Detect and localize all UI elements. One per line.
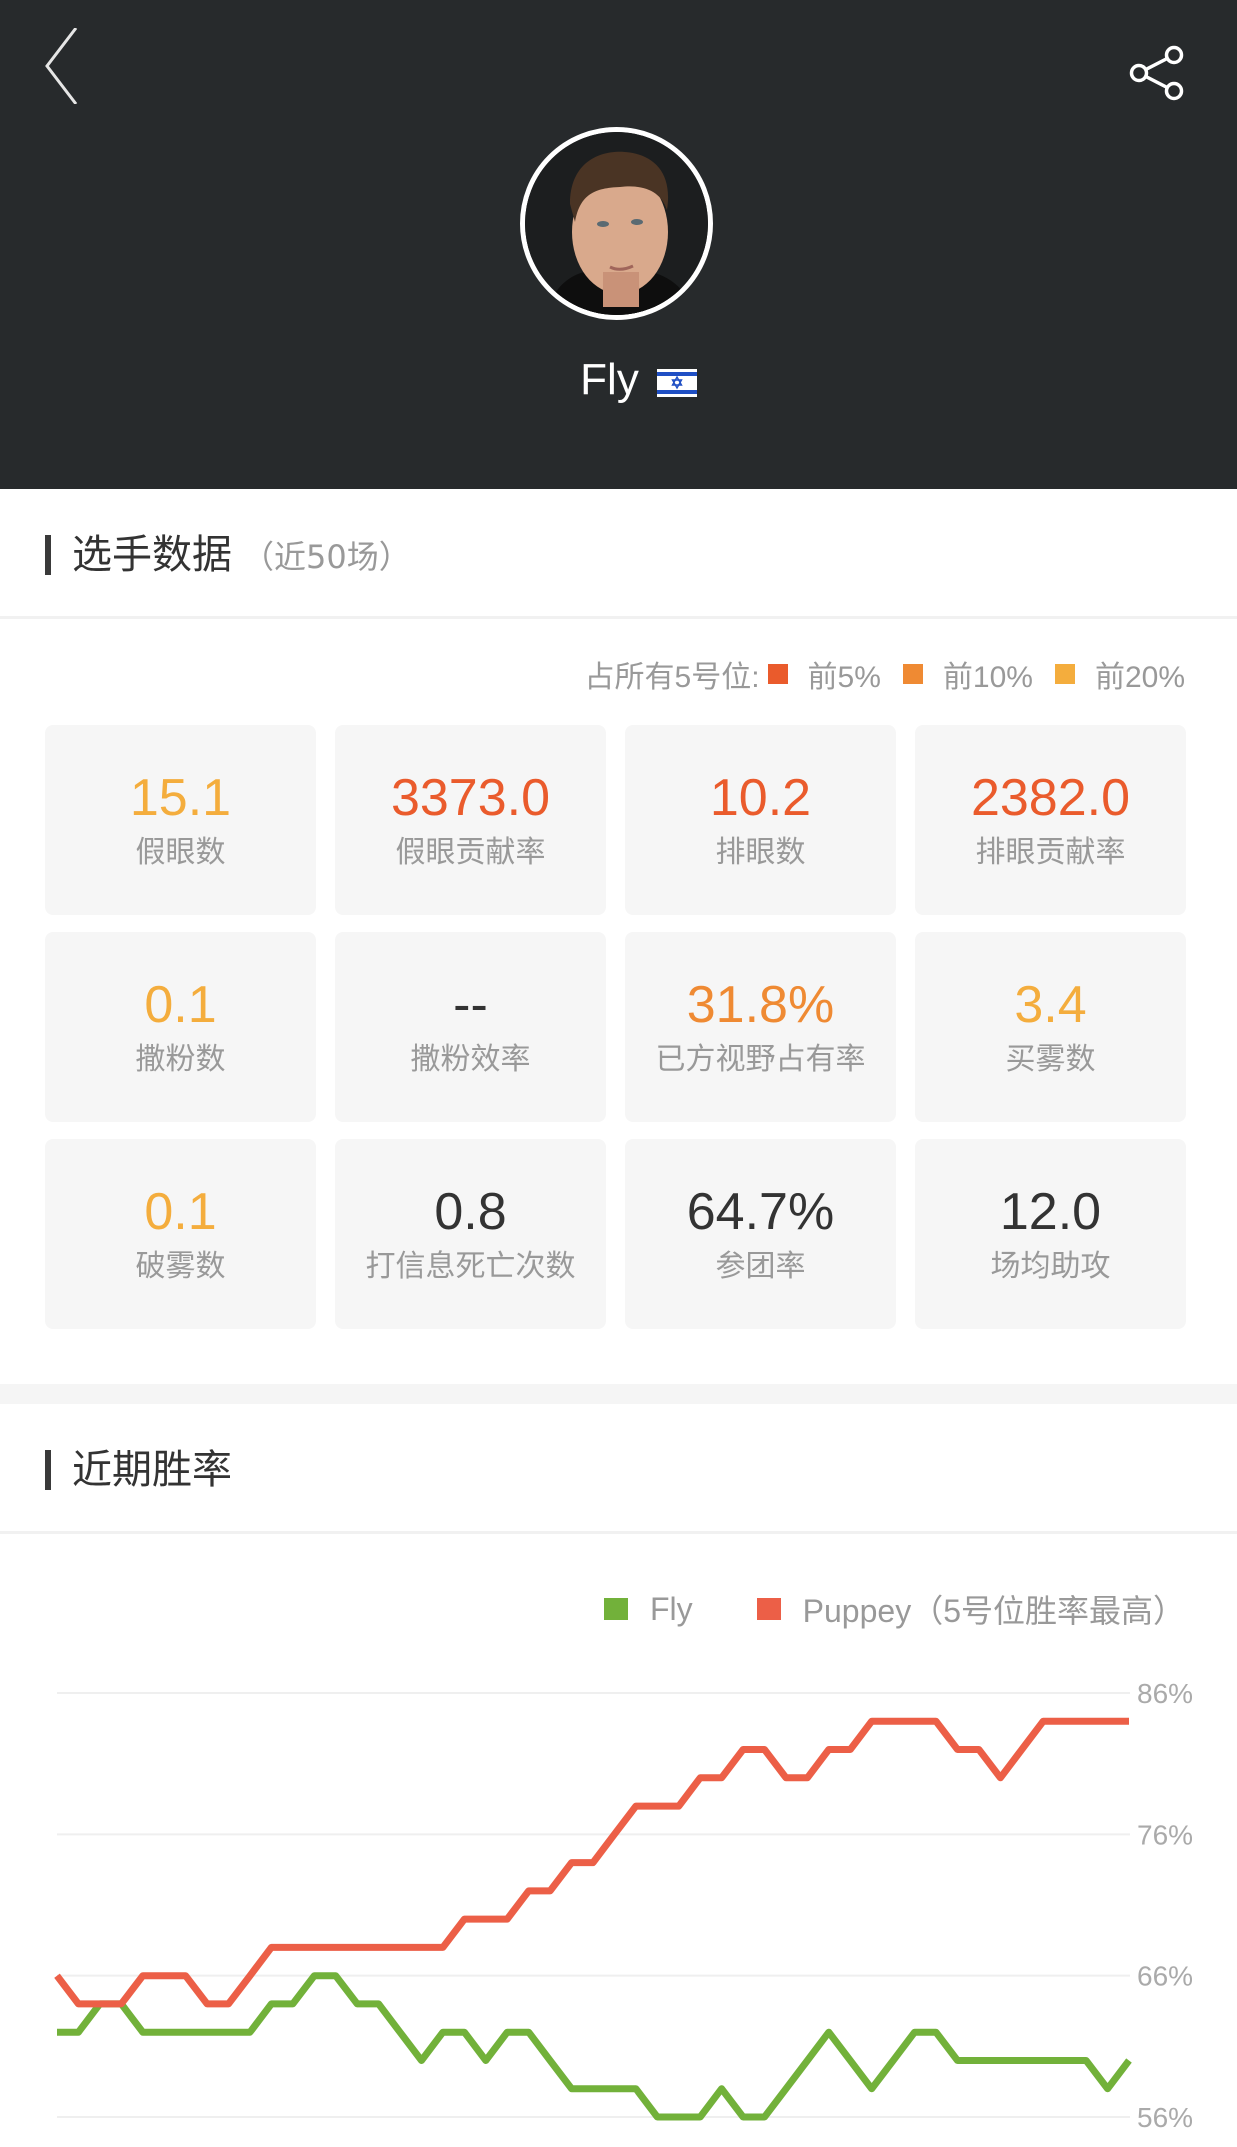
israel-flag-icon [656,369,697,397]
y-tick-label: 66% [1137,1961,1193,1992]
legend-swatch-top10 [902,664,923,684]
section-title: 选手数据 （近50场） [72,531,411,581]
legend-swatch-fly [604,1598,628,1620]
stat-label: 参团率 [715,1249,806,1284]
legend-swatch-top20 [1054,664,1075,684]
stat-label: 破雾数 [135,1249,226,1284]
y-tick-label: 76% [1137,1819,1193,1850]
stat-card: 12.0 场均助攻 [915,1139,1186,1329]
section-divider [0,1384,1237,1404]
stat-value: 12.0 [999,1183,1102,1241]
stat-card: 0.1 破雾数 [45,1139,316,1329]
player-name-row: Fly [0,350,1237,410]
legend-label-puppey: Puppey（5号位胜率最高） [802,1593,1185,1629]
section-accent-bar [45,535,51,575]
series-line-fly [57,1972,1132,2121]
stat-value: 2382.0 [970,769,1131,827]
stat-label: 假眼贡献率 [395,835,546,870]
stat-label: 已方视野占有率 [655,1042,866,1077]
player-name: Fly [580,355,639,404]
legend-swatch-puppey [756,1598,781,1620]
winrate-line-chart: 86% 76% 66% 56% [54,1678,1193,2133]
y-tick-label: 56% [1137,2102,1193,2133]
stat-value: 0.1 [144,976,217,1034]
rank-legend-prefix: 占所有5号位: [584,661,760,694]
legend-item-puppey: Puppey（5号位胜率最高） [756,1586,1185,1632]
section-title: 近期胜率 [72,1447,232,1493]
stat-label: 买雾数 [1005,1042,1096,1077]
legend-swatch-top5 [767,664,788,684]
stat-value: 0.8 [434,1183,507,1241]
chevron-left-icon [45,27,78,105]
stats-subtitle: （近50场） [242,538,411,576]
stat-value: 3.4 [1014,976,1087,1034]
stats-title-text: 选手数据 [72,532,232,578]
stat-label: 撒粉效率 [410,1042,531,1077]
stat-value: 10.2 [709,769,812,827]
legend-label-top10: 前10% [942,661,1033,694]
stat-label: 撒粉数 [135,1042,226,1077]
stat-card: -- 撒粉效率 [335,932,606,1122]
stat-card: 2382.0 排眼贡献率 [915,725,1186,915]
stat-label: 排眼贡献率 [975,835,1126,870]
legend-label-top20: 前20% [1094,661,1185,694]
stat-card: 0.8 打信息死亡次数 [335,1139,606,1329]
stat-card: 10.2 排眼数 [625,725,896,915]
stat-label: 打信息死亡次数 [365,1249,576,1284]
legend-label-top5: 前5% [807,661,881,694]
y-tick-label: 86% [1137,1678,1193,1709]
stat-card: 3.4 买雾数 [915,932,1186,1122]
stat-value: 3373.0 [390,769,551,827]
stat-value: 64.7% [686,1183,835,1241]
stat-card: 64.7% 参团率 [625,1139,896,1329]
legend-label-fly: Fly [650,1590,693,1627]
stat-value: 0.1 [144,1183,217,1241]
back-button[interactable] [30,27,90,105]
series-line-puppey [54,1717,1129,2008]
stat-value: 31.8% [686,976,835,1034]
stat-card: 31.8% 已方视野占有率 [625,932,896,1122]
player-avatar [520,127,713,320]
stat-label: 排眼数 [715,835,806,870]
stat-card: 0.1 撒粉数 [45,932,316,1122]
chart-legend: Fly Puppey（5号位胜率最高） [574,1586,1185,1632]
stat-card: 15.1 假眼数 [45,725,316,915]
stat-value: 15.1 [129,769,232,827]
stat-value: -- [453,976,488,1034]
share-icon [1129,45,1184,101]
stat-label: 假眼数 [135,835,226,870]
rank-legend: 占所有5号位: 前5% 前10% 前20% [585,652,1185,696]
player-photo [525,132,708,315]
legend-item-fly: Fly [604,1591,693,1628]
profile-header: Fly [0,0,1237,489]
share-button[interactable] [1120,40,1192,110]
winrate-section-header: 近期胜率 [0,1404,1237,1534]
stats-section-header: 选手数据 （近50场） [0,489,1237,619]
section-accent-bar [45,1450,51,1490]
stat-label: 场均助攻 [990,1249,1111,1284]
stat-card: 3373.0 假眼贡献率 [335,725,606,915]
